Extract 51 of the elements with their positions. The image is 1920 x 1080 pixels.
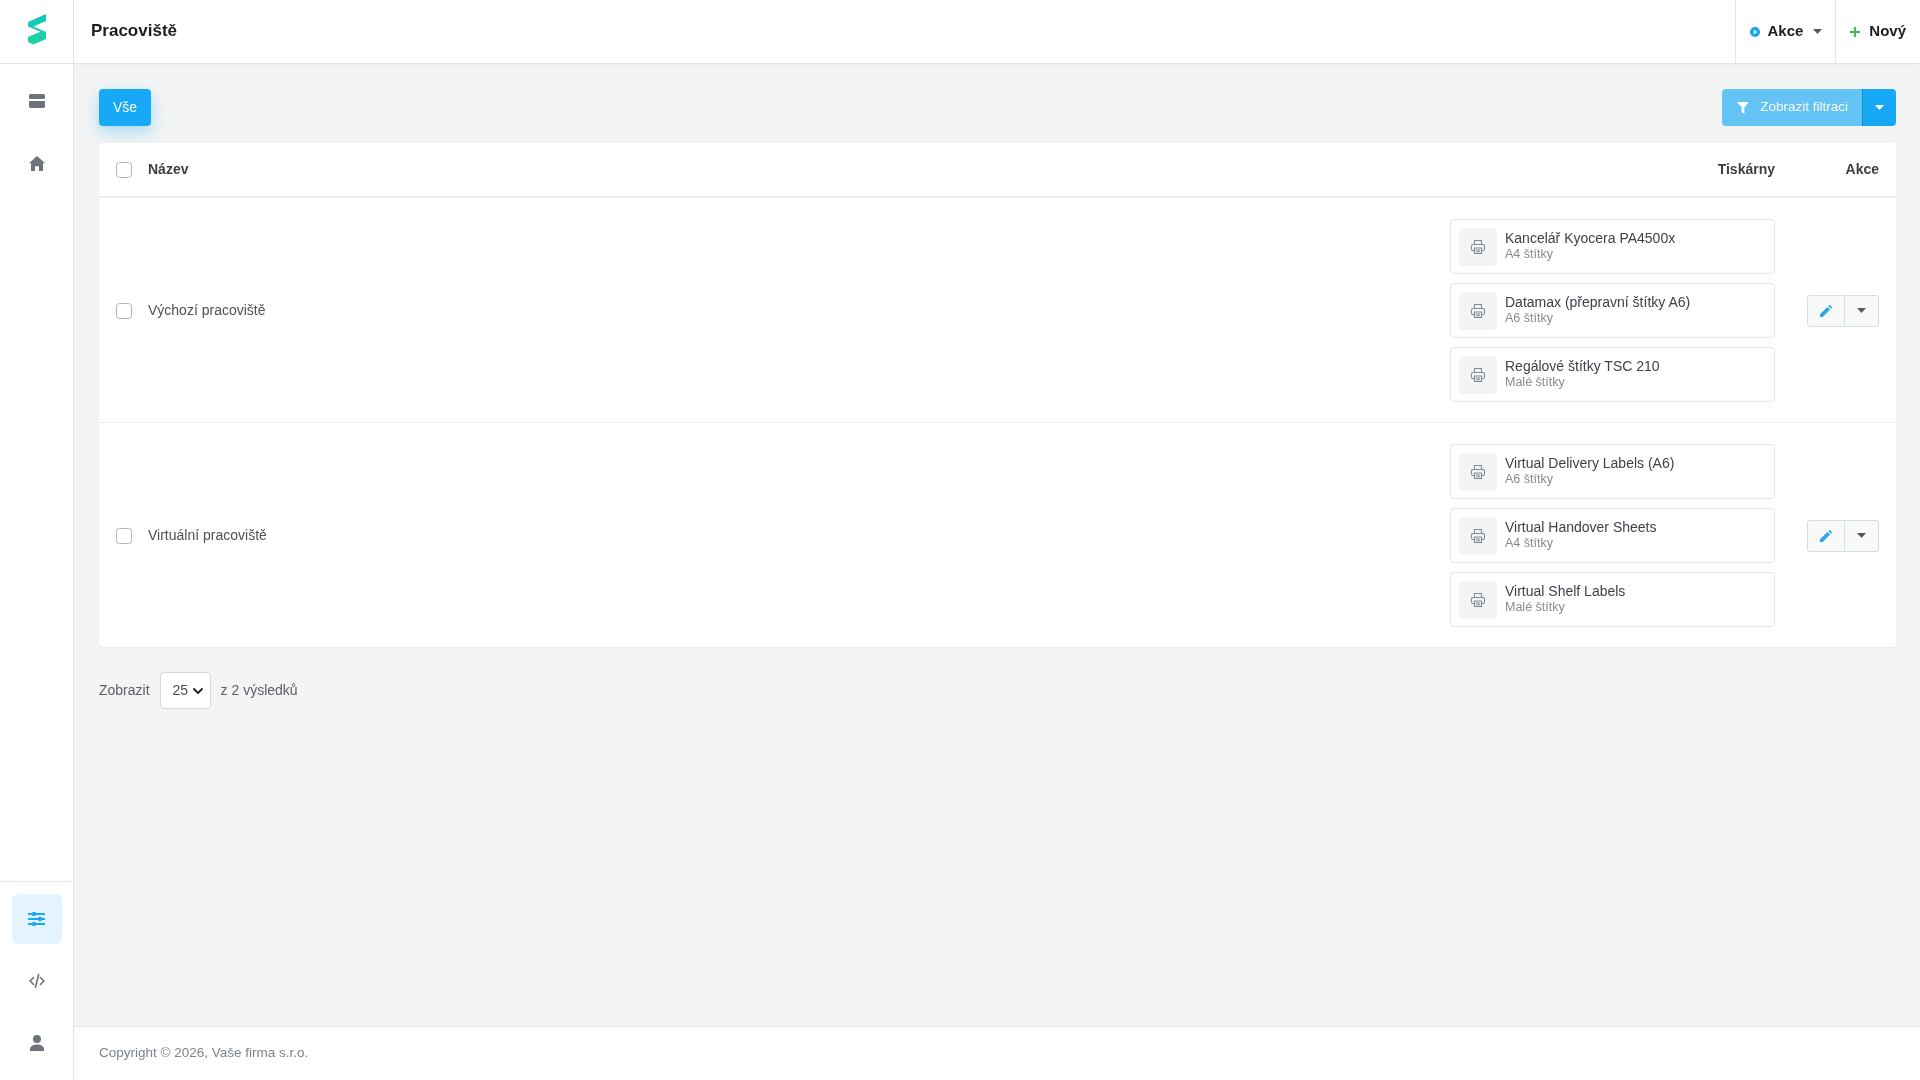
printer-type: A6 štítky [1505,311,1553,328]
user-icon [29,1035,44,1051]
column-header: Název [148,160,189,179]
printer-type: A4 štítky [1505,247,1553,264]
workstation-name: Virtuální pracoviště [148,526,267,545]
printer-icon [1459,452,1497,491]
caret-icon [1857,533,1866,538]
caret-icon [1857,308,1866,313]
code-icon [28,974,45,988]
printer-type: A6 štítky [1505,472,1553,489]
row-menu-button[interactable] [1845,294,1879,327]
row-checkbox[interactable] [116,527,132,544]
select-all-checkbox[interactable] [116,161,132,178]
filter-icon [1737,101,1750,114]
chevron-icon [192,687,203,694]
page-size-select[interactable]: 25 [159,672,211,709]
printer-name: Virtual Delivery Labels (A6) [1505,454,1675,473]
pencil-icon [1820,304,1832,317]
sidebar-item[interactable] [11,894,62,944]
column-header: Akce [1845,161,1879,177]
printer-name: Kancelář Kyocera PA4500x [1505,229,1676,248]
caret-icon [1813,29,1823,34]
printer-type: Malé štítky [1505,600,1565,617]
printer-icon [1459,355,1497,394]
page-title: Pracoviště [91,21,177,42]
plus-icon [1850,26,1861,37]
printer-icon [1459,516,1497,555]
page-size-label: Zobrazit [99,681,150,700]
filter-dropdown-button[interactable] [1862,89,1896,126]
printer-type: Malé štítky [1505,375,1565,392]
archive-icon [28,94,45,108]
printer-icon [1459,291,1497,330]
caret-icon [1875,105,1884,110]
sliders-icon [28,912,45,926]
column-header: Tiskárny [1717,161,1775,177]
printer-name: Virtual Shelf Labels [1505,582,1626,601]
printer-icon [1459,227,1497,266]
edit-button[interactable] [1807,519,1845,552]
row-checkbox[interactable] [116,302,132,319]
printer-name: Regálové štítky TSC 210 [1505,357,1660,376]
home-icon [28,155,45,171]
pencil-icon [1820,529,1832,542]
workstation-name: Výchozí pracoviště [148,301,266,320]
results-count: z 2 výsledků [220,681,298,700]
printer-name: Virtual Handover Sheets [1505,518,1657,537]
printer-icon [1459,580,1497,619]
printer-type: A4 štítky [1505,536,1553,553]
edit-button[interactable] [1807,294,1845,327]
row-menu-button[interactable] [1845,519,1879,552]
printer-name: Datamax (přepravní štítky A6) [1505,293,1691,312]
copyright-text: Copyright © 2026, Vaše firma s.r.o. [99,1044,309,1063]
